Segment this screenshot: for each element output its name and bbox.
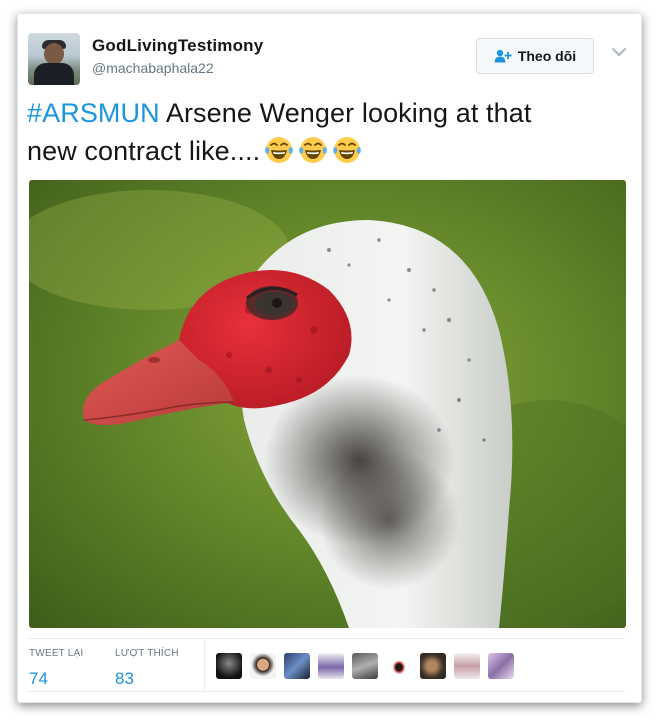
tears-of-joy-emoji-icon — [333, 137, 362, 163]
liker-avatar[interactable] — [352, 653, 378, 679]
likes-label: LƯỢT THÍCH — [115, 648, 179, 659]
liker-avatar[interactable] — [216, 653, 242, 679]
tweet-photo[interactable] — [29, 180, 626, 628]
author-handle[interactable]: @machabaphala22 — [92, 60, 214, 76]
liker-avatar[interactable] — [488, 653, 514, 679]
avatar-body — [34, 63, 74, 85]
author-avatar[interactable] — [28, 33, 80, 85]
author-name[interactable]: GodLivingTestimony — [92, 36, 263, 56]
tweet-text: #ARSMUN Arsene Wenger looking at that ne… — [27, 94, 627, 170]
stats-separator — [204, 640, 205, 691]
muscovy-duck-image — [29, 180, 626, 628]
avatar-head — [44, 43, 64, 65]
stats-divider-bottom — [27, 691, 625, 692]
liker-avatar[interactable] — [318, 653, 344, 679]
liker-avatar[interactable] — [454, 653, 480, 679]
follow-button[interactable]: Theo dõi — [476, 38, 594, 74]
follow-button-label: Theo dõi — [517, 48, 577, 64]
hashtag-link[interactable]: #ARSMUN — [27, 98, 160, 128]
tears-of-joy-emoji-icon — [265, 137, 294, 163]
tweet-text-line-1: Arsene Wenger looking at that — [159, 98, 532, 128]
likes-stat[interactable]: LƯỢT THÍCH 83 — [115, 648, 179, 689]
liker-avatar[interactable] — [250, 653, 276, 679]
follow-user-icon — [494, 49, 512, 63]
retweets-label: TWEET LẠI — [29, 648, 84, 659]
likes-count[interactable]: 83 — [115, 669, 179, 689]
tweet-card: GodLivingTestimony @machabaphala22 Theo … — [17, 13, 642, 703]
chevron-down-icon[interactable] — [611, 46, 627, 58]
liker-avatar[interactable] — [386, 653, 412, 679]
retweets-stat[interactable]: TWEET LẠI 74 — [29, 648, 83, 689]
stats-divider-top — [27, 638, 625, 639]
liker-avatar[interactable] — [420, 653, 446, 679]
tears-of-joy-emoji-icon — [299, 137, 328, 163]
liker-avatar[interactable] — [284, 653, 310, 679]
tweet-text-line-2: new contract like.... — [27, 136, 261, 166]
likers-avatars — [216, 653, 514, 679]
retweets-count[interactable]: 74 — [29, 669, 83, 689]
